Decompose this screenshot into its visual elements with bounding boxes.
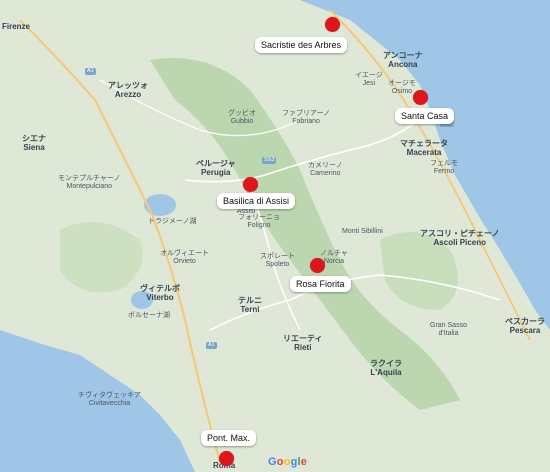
place-siena: シエナ Siena <box>22 134 46 152</box>
marker-label-santa-casa[interactable]: Santa Casa <box>395 108 455 124</box>
place-fabriano: ファブリアーノ Fabriano <box>282 110 331 125</box>
road-shield: SS3 <box>262 157 277 164</box>
place-terni: テルニ Terni <box>238 296 262 314</box>
marker-label-pont-max[interactable]: Pont. Max. <box>201 430 257 446</box>
place-perugia: ペルージャ Perugia <box>196 159 236 177</box>
place-civitavecchia: チヴィタヴェッキア Civitavecchia <box>78 392 141 407</box>
google-logo: Google <box>268 456 308 468</box>
place-montepulciano: モンテプルチャーノ Montepulciano <box>58 175 121 190</box>
marker-santa-casa[interactable] <box>413 90 428 105</box>
place-camerino: カメリーノ Camerino <box>308 162 343 177</box>
map-view[interactable]: Firenze アレッツォ Arezzo ペルージャ Perugia アンコーナ… <box>0 0 550 472</box>
place-gubbio: グッビオ Gubbio <box>228 110 256 125</box>
place-lago-bolsena: ボルセーナ湖 <box>128 312 170 319</box>
place-orvieto: オルヴィエート Orvieto <box>160 250 209 265</box>
place-viterbo: ヴィテルボ Viterbo <box>140 284 180 302</box>
place-rieti: リエーティ Rieti <box>283 334 323 352</box>
place-osimo: オージモ Osimo <box>388 80 416 95</box>
marker-sacristie-des-arbres[interactable] <box>325 17 340 32</box>
marker-rosa-fiorita[interactable] <box>310 258 325 273</box>
place-foligno: フォリーニョ Foligno <box>238 214 280 229</box>
road-shield: A1 <box>206 342 217 349</box>
place-laquila: ラクイラ L'Aquila <box>370 359 402 377</box>
marker-label-rosa-fiorita[interactable]: Rosa Fiorita <box>290 276 351 292</box>
place-arezzo: アレッツォ Arezzo <box>108 81 148 99</box>
marker-pont-max[interactable] <box>219 451 234 466</box>
place-jesi: イエージ Jesi <box>355 72 383 87</box>
place-ascoli-piceno: アスコリ・ピチェーノ Ascoli Piceno <box>420 229 500 247</box>
place-fermo: フェルモ Fermo <box>430 160 458 175</box>
road-shield: A1 <box>85 68 96 75</box>
place-firenze: Firenze <box>2 22 31 31</box>
place-spoleto: スポレート Spoleto <box>260 253 295 268</box>
place-pescara: ペスカーラ Pescara <box>505 317 545 335</box>
marker-label-sacristie-des-arbres[interactable]: Sacristie des Arbres <box>255 37 348 53</box>
place-lago-trasimeno: トラジメーノ湖 <box>148 218 197 225</box>
place-gran-sasso: Gran Sasso d'Italia <box>430 322 467 337</box>
place-ancona: アンコーナ Ancona <box>383 51 423 69</box>
marker-label-basilica-di-assisi[interactable]: Basilica di Assisi <box>217 193 296 209</box>
place-monti-sibillini: Monti Sibillini <box>342 228 383 235</box>
place-macerata: マチェラータ Macerata <box>400 139 448 157</box>
marker-basilica-di-assisi[interactable] <box>243 177 258 192</box>
